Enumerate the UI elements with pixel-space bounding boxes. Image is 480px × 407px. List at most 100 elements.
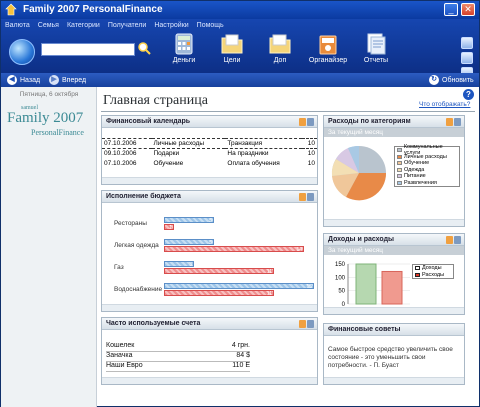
app-logo-icon	[5, 3, 17, 16]
budget-category-label: Газ	[114, 264, 124, 271]
toolbar-reports-label: Отчеты	[363, 57, 389, 64]
toolbar-reports-button[interactable]: Отчеты	[353, 31, 399, 71]
legend-swatch	[397, 161, 402, 166]
menu-categories[interactable]: Категории	[67, 22, 100, 29]
close-button[interactable]: ✕	[461, 3, 475, 16]
income-period: За текущий месяц	[324, 246, 464, 255]
y-tick-label: 100	[335, 275, 346, 281]
toolbar-organizer-button[interactable]: Органайзер	[305, 31, 351, 71]
widget-settings-icon[interactable]	[446, 118, 453, 126]
customize-link[interactable]: Что отображать?	[419, 101, 470, 108]
account-amount: 84 $	[236, 352, 250, 359]
account-row[interactable]: Кошелек 4 грн.	[106, 342, 250, 352]
forward-arrow-icon: ▶	[49, 75, 59, 85]
accounts-widget: Часто используемые счета Кошелек 4 грн. …	[101, 317, 318, 385]
toolbar-goals-button[interactable]: Цели	[209, 31, 255, 71]
income-widget: Доходы и расходы За текущий месяц 0 50 100…	[323, 233, 465, 315]
forward-button[interactable]: ▶ Вперед	[49, 75, 86, 85]
menu-bar: Валюта Семья Категории Получатели Настро…	[5, 22, 224, 29]
search-input[interactable]	[41, 43, 135, 56]
expenses-pie-chart	[331, 145, 387, 201]
widget-settings-icon[interactable]	[299, 118, 306, 126]
account-row[interactable]: Наши Евро 110 Е	[106, 362, 250, 372]
widget-settings-icon[interactable]	[446, 236, 453, 244]
widget-settings-icon[interactable]	[299, 320, 306, 328]
table-row[interactable]: 07.10.2006 Обучение Оплата обучения 10	[102, 158, 317, 168]
reports-icon	[367, 33, 386, 55]
budget-widget: Исполнение бюджета Рестораны 5 1 Легкая оде…	[101, 190, 318, 312]
search-icon[interactable]	[137, 41, 151, 55]
account-name: Кошелек	[106, 342, 135, 349]
toolbar-extra-button[interactable]: Доп	[257, 31, 303, 71]
home-icon[interactable]	[461, 37, 473, 49]
legend-swatch	[397, 148, 402, 153]
advice-widget: Финансовые советы Самое быстрое средство…	[323, 323, 465, 385]
widget-pin-icon[interactable]	[454, 236, 461, 244]
back-button[interactable]: ◀ Назад	[7, 75, 40, 85]
widget-footer	[324, 219, 464, 226]
income-bar	[355, 263, 377, 305]
legend-label: Расходы	[422, 271, 445, 278]
forward-label: Вперед	[62, 76, 87, 84]
widget-tools	[299, 320, 314, 328]
legend-item: Коммунальные услуги	[395, 144, 459, 156]
budget-fact-bar: 14	[164, 246, 304, 253]
legend-label: Обучение	[404, 160, 430, 167]
title-divider	[101, 111, 475, 112]
budget-widget-title: Исполнение бюджета	[106, 193, 181, 200]
legend-label: Питание	[404, 173, 426, 180]
toolbar-money-button[interactable]: Деньги	[161, 31, 207, 71]
calendar-widget-title: Финансовый календарь	[106, 118, 191, 125]
table-row[interactable]: 09.10.2006 Подарки На праздники 10	[102, 148, 317, 158]
menu-settings[interactable]: Настройки	[154, 22, 188, 29]
income-widget-header: Доходы и расходы	[324, 234, 464, 246]
expenses-legend: Коммунальные услуги Личные расходы Обуче…	[394, 144, 460, 187]
accounts-widget-title: Часто используемые счета	[106, 320, 201, 327]
table-row[interactable]: 07.10.2006 Личные расходы Транзакция 10	[102, 137, 317, 149]
widget-footer	[102, 177, 317, 184]
print-icon[interactable]	[461, 52, 473, 64]
cell-amount: 10	[307, 159, 315, 167]
y-tick-label: 150	[335, 262, 346, 268]
accounts-widget-header: Часто используемые счета	[102, 318, 317, 330]
budget-fact-bar: 11	[164, 268, 274, 275]
calculator-icon	[175, 33, 193, 55]
legend-label: Доходы	[422, 265, 442, 272]
widget-tools	[446, 236, 461, 244]
toolbar: Валюта Семья Категории Получатели Настро…	[1, 19, 479, 79]
menu-currency[interactable]: Валюта	[5, 22, 30, 29]
calendar-widget-header: Финансовый календарь	[102, 116, 317, 128]
account-amount: 4 грн.	[231, 342, 250, 349]
legend-swatch	[397, 174, 402, 179]
current-date: Пятница, 6 октября	[19, 91, 79, 98]
cell-amount: 10	[301, 137, 317, 149]
toolbar-extra-label: Доп	[273, 57, 287, 64]
help-icon[interactable]: ?	[463, 89, 474, 100]
menu-family[interactable]: Семья	[38, 22, 59, 29]
calendar-table: 07.10.2006 Личные расходы Транзакция 10 …	[102, 128, 317, 168]
menu-help[interactable]: Помощь	[197, 22, 224, 29]
cell-amount: 10	[307, 149, 315, 157]
account-row[interactable]: Заначка 84 $	[106, 352, 250, 362]
budget-fact-bar: 1	[164, 224, 174, 231]
budget-category-label: Рестораны	[114, 220, 147, 227]
toolbar-organizer-label: Органайзер	[308, 57, 348, 64]
cell-date: 07.10.2006	[102, 137, 152, 149]
refresh-button[interactable]: ↻ Обновить	[429, 75, 474, 85]
widget-pin-icon[interactable]	[307, 320, 314, 328]
menu-payees[interactable]: Получатели	[108, 22, 147, 29]
widget-settings-icon[interactable]	[299, 193, 306, 201]
cell-type: Оплата обучения	[227, 159, 280, 167]
legend-swatch	[397, 154, 402, 159]
back-arrow-icon: ◀	[7, 75, 17, 85]
globe-icon[interactable]	[9, 39, 35, 65]
minimize-button[interactable]: _	[444, 3, 458, 16]
budget-category-label: Водоснабжение	[114, 286, 163, 293]
account-name: Наши Евро	[106, 362, 143, 369]
budget-plan-bar: 15	[164, 283, 314, 290]
widget-pin-icon[interactable]	[307, 193, 314, 201]
widget-pin-icon[interactable]	[454, 118, 461, 126]
window-title: Family 2007 PersonalFinance	[23, 4, 163, 15]
widget-pin-icon[interactable]	[307, 118, 314, 126]
title-bar[interactable]: Family 2007 PersonalFinance _ ✕	[1, 1, 479, 19]
